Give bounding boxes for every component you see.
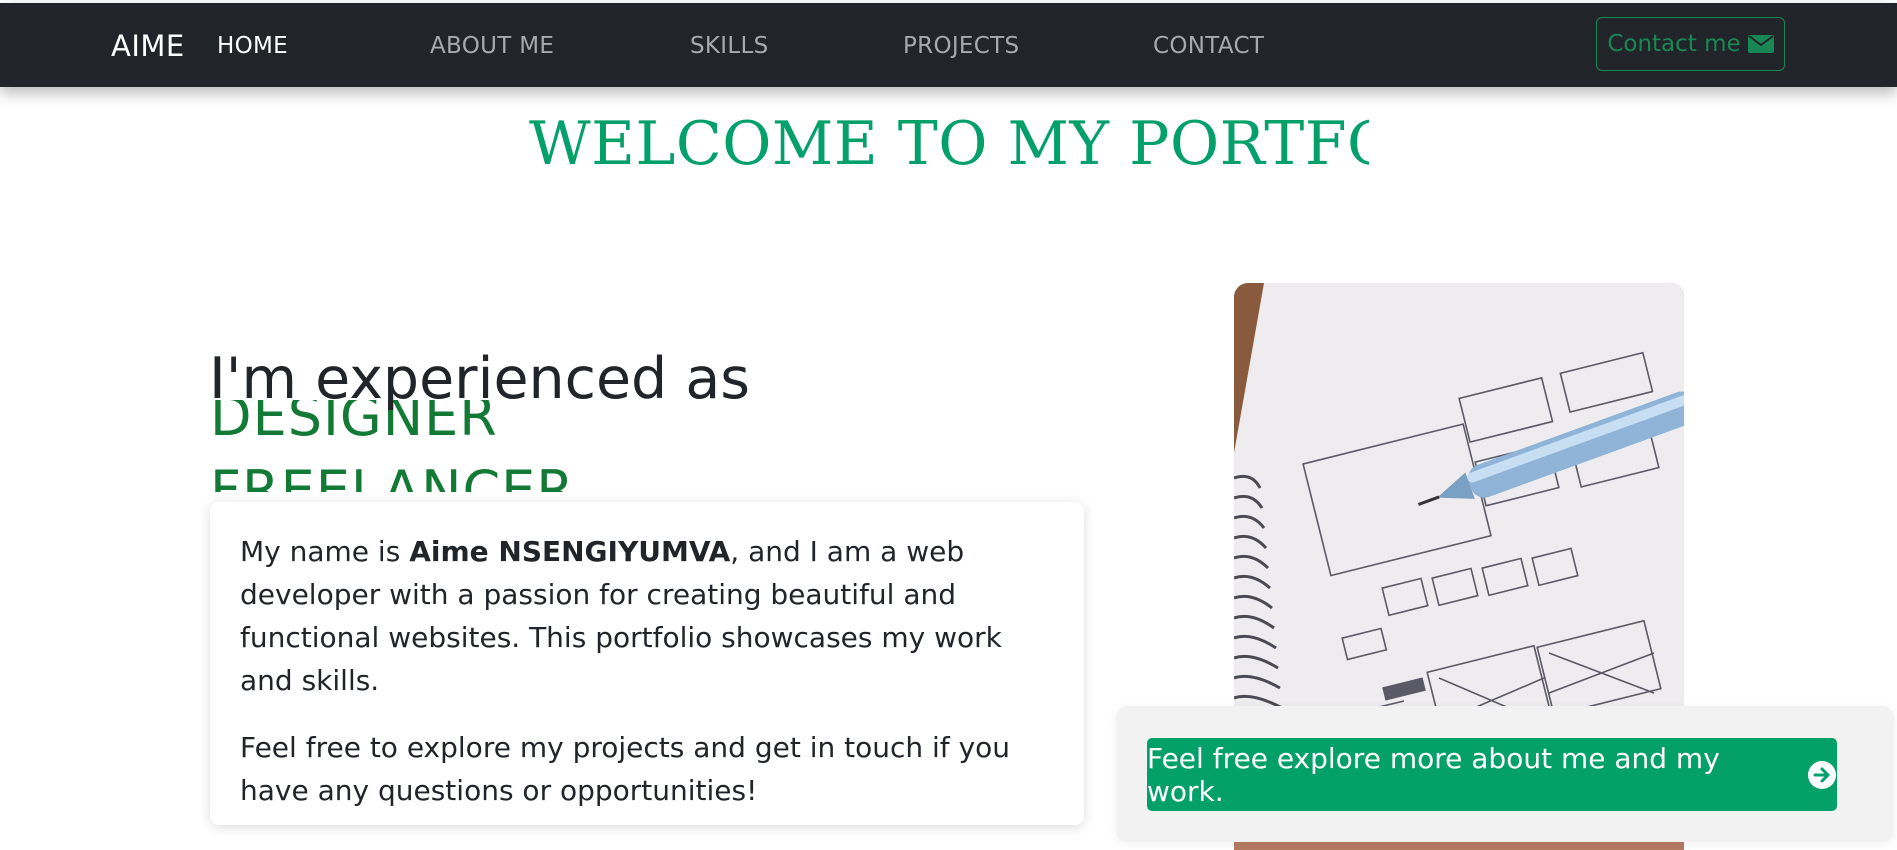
nav-link-home[interactable]: HOME (217, 33, 288, 59)
welcome-title: WELCOME TO MY PORTFOLIO (529, 109, 1369, 179)
explore-label: Feel free explore more about me and my w… (1147, 741, 1720, 808)
navbar: AIME HOME ABOUT ME SKILLS PROJECTS CONTA… (0, 3, 1897, 87)
contact-me-label: Contact me (1607, 31, 1741, 57)
nav-link-skills[interactable]: SKILLS (690, 33, 769, 59)
intro-paragraph-2: Feel free to explore my projects and get… (240, 731, 1011, 807)
intro-paragraph: My name is Aime NSENGIYUMVA, and I am a … (240, 530, 1054, 702)
hero-heading: I'm experienced as (209, 346, 750, 412)
arrow-right-circle-icon (1807, 760, 1837, 790)
nav-link-about[interactable]: ABOUT ME (430, 33, 554, 59)
explore-button[interactable]: Feel free explore more about me and my w… (1147, 738, 1837, 811)
author-name: Aime NSENGIYUMVA (409, 535, 731, 568)
contact-me-button[interactable]: Contact me (1596, 17, 1785, 71)
intro-card: My name is Aime NSENGIYUMVA, and I am a … (210, 502, 1084, 825)
nav-link-contact[interactable]: CONTACT (1153, 33, 1264, 59)
envelope-icon (1747, 35, 1774, 53)
intro-text: My name is (240, 535, 410, 568)
brand-logo[interactable]: AIME (111, 29, 185, 63)
nav-link-projects[interactable]: PROJECTS (903, 33, 1019, 59)
role-word: FREELANCER (210, 459, 575, 493)
